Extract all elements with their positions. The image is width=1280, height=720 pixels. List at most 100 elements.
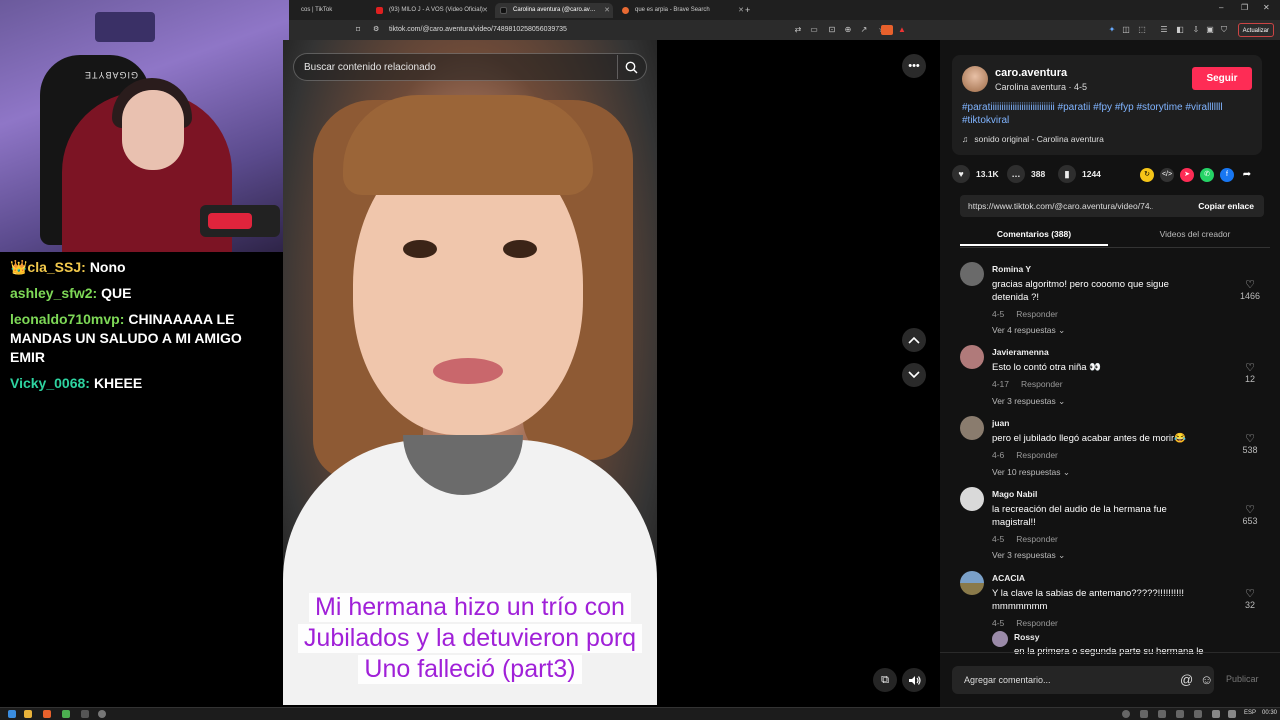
- emoji-icon[interactable]: ☺: [1200, 672, 1213, 687]
- embed-icon[interactable]: </>: [1160, 168, 1174, 182]
- tab-creator-videos[interactable]: Videos del creador: [1120, 229, 1270, 239]
- tab-tiktok[interactable]: cos | TikTok: [283, 3, 361, 18]
- search-input[interactable]: [304, 54, 604, 80]
- site-info-icon[interactable]: ⚙: [373, 23, 379, 37]
- view-replies-button[interactable]: Ver 10 respuestas ⌄: [992, 467, 1070, 478]
- mention-icon[interactable]: @: [1180, 672, 1193, 687]
- comment-button[interactable]: … 388: [1007, 165, 1045, 183]
- save-button[interactable]: ▮ 1244: [1058, 165, 1101, 183]
- install-icon[interactable]: ⊡: [827, 25, 837, 35]
- pip-icon[interactable]: ◫: [1121, 25, 1131, 35]
- sidebar-icon[interactable]: ◧: [1175, 25, 1185, 35]
- tab-brave-search[interactable]: que es arpia - Brave Search ✕: [617, 3, 747, 18]
- close-window-icon[interactable]: ✕: [1263, 3, 1270, 12]
- facebook-icon[interactable]: f: [1220, 168, 1234, 182]
- comment-avatar[interactable]: [960, 345, 984, 369]
- comment-avatar[interactable]: [960, 487, 984, 511]
- view-replies-button[interactable]: Ver 3 respuestas ⌄: [992, 396, 1065, 407]
- copy-link-button[interactable]: Copiar enlace: [1198, 195, 1254, 217]
- wallet-icon[interactable]: ▣: [1205, 25, 1215, 35]
- speaker-icon[interactable]: [1228, 710, 1236, 718]
- tray-icon[interactable]: [1176, 710, 1184, 718]
- reply-button[interactable]: Responder: [1021, 379, 1063, 389]
- comment-username[interactable]: Mago Nabil: [992, 489, 1037, 499]
- video-description[interactable]: #paratiiiiiiiiiiiiiiiiiiiiiiiiiiiii #par…: [962, 101, 1252, 127]
- comment-username[interactable]: Javieramenna: [992, 347, 1049, 357]
- comment-input[interactable]: [964, 666, 1154, 694]
- comment-username[interactable]: juan: [992, 418, 1009, 428]
- video-player[interactable]: Mi hermana hizo un trío con Jubilados y …: [283, 40, 657, 705]
- comment-like-button[interactable]: ♡ 1466: [1235, 278, 1265, 301]
- tab-youtube[interactable]: (93) MILO J - A VOS (Video Oficial) ✕: [371, 3, 491, 18]
- language-indicator[interactable]: ESP: [1244, 710, 1256, 716]
- update-button[interactable]: Actualizar: [1237, 23, 1274, 37]
- extension-icon[interactable]: ✦: [1107, 25, 1117, 35]
- reply-button[interactable]: Responder: [1016, 618, 1058, 628]
- brave-rewards-icon[interactable]: ▲: [897, 25, 907, 35]
- tab-active-tiktok[interactable]: Carolina aventura (@caro.av… ✕: [495, 3, 613, 18]
- mini-player-button[interactable]: ⧉: [873, 668, 897, 692]
- tray-icon[interactable]: [1122, 710, 1130, 718]
- downloads-icon[interactable]: ⇩: [1191, 25, 1201, 35]
- taskbar-app-icon[interactable]: [98, 710, 106, 718]
- wifi-icon[interactable]: [1212, 710, 1220, 718]
- volume-button[interactable]: [902, 668, 926, 692]
- more-options-button[interactable]: •••: [902, 54, 926, 78]
- tray-icon[interactable]: [1140, 710, 1148, 718]
- close-tab-icon[interactable]: ✕: [604, 3, 610, 18]
- repost-icon[interactable]: ↻: [1140, 168, 1154, 182]
- follow-button[interactable]: Seguir: [1192, 67, 1252, 90]
- brave-browser-icon[interactable]: [43, 710, 51, 718]
- reply-button[interactable]: Responder: [1016, 534, 1058, 544]
- comment-avatar[interactable]: [960, 262, 984, 286]
- reply-button[interactable]: Responder: [1016, 450, 1058, 460]
- avatar[interactable]: [962, 66, 988, 92]
- comment-username[interactable]: ACACIA: [992, 573, 1025, 583]
- like-button[interactable]: ♥ 13.1K: [952, 165, 999, 183]
- post-comment-button[interactable]: Publicar: [1226, 674, 1259, 684]
- comment-avatar[interactable]: [960, 571, 984, 595]
- video-link[interactable]: https://www.tiktok.com/@caro.aventura/vi…: [968, 195, 1153, 217]
- minimize-icon[interactable]: –: [1219, 3, 1223, 12]
- previous-video-button[interactable]: [902, 328, 926, 352]
- comment-username[interactable]: Romina Y: [992, 264, 1031, 274]
- new-tab-button[interactable]: +: [741, 3, 757, 18]
- extensions-icon[interactable]: ⬚: [1137, 25, 1147, 35]
- comment-like-button[interactable]: ♡ 32: [1235, 587, 1265, 610]
- reply-username[interactable]: Rossy: [1014, 632, 1040, 642]
- share-arrow-icon[interactable]: ➦: [1240, 168, 1254, 182]
- maximize-icon[interactable]: ❐: [1241, 3, 1248, 12]
- comment-like-button[interactable]: ♡ 12: [1235, 361, 1265, 384]
- translate-icon[interactable]: ⇄: [793, 25, 803, 35]
- comment-like-button[interactable]: ♡ 538: [1235, 432, 1265, 455]
- zoom-icon[interactable]: ⊕: [843, 25, 853, 35]
- reply-button[interactable]: Responder: [1016, 309, 1058, 319]
- comment-like-count: 32: [1244, 600, 1255, 610]
- whatsapp-icon[interactable]: ✆: [1200, 168, 1214, 182]
- next-video-button[interactable]: [902, 363, 926, 387]
- share-icon[interactable]: ↗: [859, 25, 869, 35]
- vpn-icon[interactable]: ⛉: [1219, 25, 1229, 35]
- tray-icon[interactable]: [1194, 710, 1202, 718]
- search-button[interactable]: [617, 55, 645, 79]
- tray-icon[interactable]: [1158, 710, 1166, 718]
- reading-list-icon[interactable]: ☰: [1159, 25, 1169, 35]
- screenshot-icon[interactable]: ▭: [809, 25, 819, 35]
- clock[interactable]: 00:30: [1262, 710, 1277, 716]
- brave-shields-icon[interactable]: [881, 25, 893, 35]
- comment-avatar[interactable]: [960, 416, 984, 440]
- sound-link[interactable]: ♫ sonido original - Carolina aventura: [962, 134, 1104, 144]
- bookmark-icon[interactable]: ⌑: [353, 25, 363, 35]
- creator-handle[interactable]: caro.aventura: [995, 67, 1067, 79]
- close-tab-icon[interactable]: ✕: [482, 3, 488, 18]
- view-replies-button[interactable]: Ver 3 respuestas ⌄: [992, 550, 1065, 561]
- send-icon[interactable]: ➤: [1180, 168, 1194, 182]
- comment-like-button[interactable]: ♡ 653: [1235, 503, 1265, 526]
- taskbar-app-icon[interactable]: [62, 710, 70, 718]
- file-explorer-icon[interactable]: [24, 710, 32, 718]
- reply-avatar[interactable]: [992, 631, 1008, 647]
- tab-comments[interactable]: Comentarios (388): [960, 229, 1108, 246]
- start-icon[interactable]: [8, 710, 16, 718]
- taskbar-app-icon[interactable]: [81, 710, 89, 718]
- view-replies-button[interactable]: Ver 4 respuestas ⌄: [992, 325, 1065, 336]
